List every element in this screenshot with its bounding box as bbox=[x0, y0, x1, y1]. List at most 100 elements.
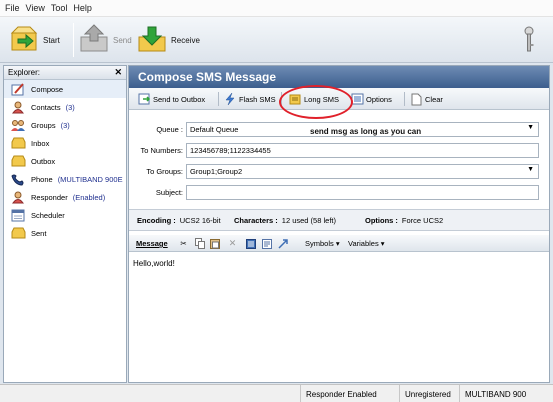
template-icon[interactable] bbox=[261, 238, 272, 249]
menu-tool[interactable]: Tool bbox=[51, 3, 68, 13]
to-groups-select[interactable]: Group1;Group2 ▼ bbox=[186, 164, 539, 179]
sidebar-item-label: Outbox bbox=[31, 156, 56, 166]
sent-icon bbox=[10, 226, 26, 240]
chevron-down-icon: ▼ bbox=[527, 166, 534, 173]
queue-value: Default Queue bbox=[190, 125, 239, 134]
message-info-bar: Encoding : UCS2 16-bit Characters :12 use… bbox=[129, 209, 549, 231]
cut-icon[interactable]: ✂ bbox=[178, 238, 189, 249]
inbox-icon bbox=[10, 136, 26, 150]
characters-label: Characters : bbox=[234, 216, 278, 225]
sidebar-item-responder[interactable]: Responder (Enabled) bbox=[4, 188, 126, 206]
menu-view[interactable]: View bbox=[26, 3, 45, 13]
sidebar-item-label: Contacts bbox=[31, 102, 61, 112]
message-label: Message bbox=[136, 239, 168, 248]
scheduler-icon bbox=[10, 208, 26, 222]
delete-icon[interactable]: ✕ bbox=[227, 238, 238, 249]
sidebar-item-scheduler[interactable]: Scheduler bbox=[4, 206, 126, 224]
send-to-outbox-button[interactable]: Send to Outbox bbox=[137, 92, 205, 106]
toolbar-separator bbox=[218, 92, 219, 106]
sidebar-item-label: Compose bbox=[31, 84, 64, 94]
menu-file[interactable]: File bbox=[5, 3, 20, 13]
subject-field[interactable] bbox=[186, 185, 539, 200]
clear-label: Clear bbox=[425, 94, 443, 104]
responder-icon bbox=[10, 190, 26, 204]
group-icon bbox=[10, 118, 26, 132]
menu-help[interactable]: Help bbox=[73, 3, 92, 13]
numbers-label: To Numbers: bbox=[140, 146, 183, 155]
groups-label: To Groups: bbox=[146, 167, 183, 176]
main-toolbar: Start Send Receive bbox=[0, 17, 553, 63]
receive-label: Receive bbox=[171, 35, 200, 45]
start-label: Start bbox=[43, 35, 60, 45]
outbox-icon bbox=[10, 154, 26, 168]
highlight-oval bbox=[279, 85, 353, 119]
responder-status: (Enabled) bbox=[72, 192, 106, 202]
responder-status-panel: Responder Enabled bbox=[300, 385, 377, 402]
symbols-dropdown[interactable]: Symbols ▾ bbox=[305, 239, 340, 248]
clear-button[interactable]: Clear bbox=[409, 92, 443, 106]
receive-icon bbox=[136, 23, 168, 57]
sidebar-item-groups[interactable]: Groups (3) bbox=[4, 116, 126, 134]
close-icon[interactable]: ✕ bbox=[114, 67, 122, 78]
receive-button[interactable]: Receive bbox=[136, 22, 200, 58]
registration-status-panel: Unregistered bbox=[399, 385, 451, 402]
encoding-value: UCS2 16-bit bbox=[179, 216, 221, 225]
message-toolbar: Message ✂ ✕ Symbols ▾ Variables ▾ bbox=[129, 235, 549, 252]
sidebar-item-sent[interactable]: Sent bbox=[4, 224, 126, 242]
symbols-label: Symbols bbox=[305, 239, 334, 248]
phone-icon bbox=[10, 172, 26, 186]
to-numbers-field[interactable]: 123456789;1122334455 bbox=[186, 143, 539, 158]
insert-icon[interactable] bbox=[245, 238, 256, 249]
options-info-value: Force UCS2 bbox=[401, 216, 444, 225]
options-label: Options bbox=[366, 94, 392, 104]
network-status-panel: MULTIBAND 900 bbox=[459, 385, 526, 402]
groups-row: To Groups: Group1;Group2 ▼ bbox=[129, 164, 549, 179]
characters-value: 12 used (58 left) bbox=[281, 216, 336, 225]
options-info: Options : Force UCS2 bbox=[365, 216, 443, 225]
options-info-label: Options : bbox=[365, 216, 398, 225]
variables-dropdown[interactable]: Variables ▾ bbox=[348, 239, 385, 248]
phone-model: (MULTIBAND 900E bbox=[57, 174, 123, 184]
options-button[interactable]: Options bbox=[350, 92, 392, 106]
sidebar-item-label: Scheduler bbox=[31, 210, 65, 220]
paste-icon[interactable] bbox=[209, 238, 220, 249]
status-bar: Responder Enabled Unregistered MULTIBAND… bbox=[0, 384, 553, 402]
annotation-text: send msg as long as you can bbox=[310, 127, 422, 136]
subject-label: Subject: bbox=[155, 188, 183, 197]
toolbar-separator bbox=[73, 23, 74, 57]
encoding-label: Encoding : bbox=[137, 216, 176, 225]
variables-label: Variables bbox=[348, 239, 379, 248]
sidebar-item-outbox[interactable]: Outbox bbox=[4, 152, 126, 170]
send-label: Send bbox=[113, 35, 132, 45]
sidebar-item-label: Groups bbox=[31, 120, 56, 130]
page-icon bbox=[409, 93, 423, 106]
link-icon[interactable] bbox=[278, 238, 289, 249]
sidebar-item-phone[interactable]: Phone (MULTIBAND 900E bbox=[4, 170, 126, 188]
send-button[interactable]: Send bbox=[78, 22, 132, 58]
key-icon[interactable] bbox=[523, 26, 535, 56]
to-numbers-value: 123456789;1122334455 bbox=[190, 146, 271, 155]
menu-bar: File View Tool Help bbox=[0, 0, 553, 17]
message-label-text: Message bbox=[136, 239, 168, 248]
flash-icon bbox=[223, 93, 237, 106]
message-textarea[interactable]: Hello,world! bbox=[133, 259, 175, 268]
contact-icon bbox=[10, 100, 26, 114]
sidebar-item-label: Responder bbox=[31, 192, 68, 202]
to-groups-value: Group1;Group2 bbox=[190, 167, 243, 176]
sidebar-item-compose[interactable]: Compose bbox=[4, 80, 126, 98]
explorer-header: Explorer: ✕ bbox=[4, 66, 126, 80]
flash-sms-label: Flash SMS bbox=[239, 94, 276, 104]
sidebar-item-label: Inbox bbox=[31, 138, 50, 148]
encoding-info: Encoding : UCS2 16-bit bbox=[137, 216, 221, 225]
sidebar-item-inbox[interactable]: Inbox bbox=[4, 134, 126, 152]
flash-sms-button[interactable]: Flash SMS bbox=[223, 92, 276, 106]
send-to-outbox-label: Send to Outbox bbox=[153, 94, 206, 104]
toolbar-separator bbox=[404, 92, 405, 106]
explorer-pane: Explorer: ✕ Compose Contacts (3) Groups … bbox=[3, 65, 127, 383]
compose-panel: Compose SMS Message Send to Outbox Flash… bbox=[128, 65, 550, 383]
sidebar-item-contacts[interactable]: Contacts (3) bbox=[4, 98, 126, 116]
start-button[interactable]: Start bbox=[8, 22, 60, 58]
groups-count: (3) bbox=[60, 120, 70, 130]
numbers-row: To Numbers: 123456789;1122334455 bbox=[129, 143, 549, 158]
copy-icon[interactable] bbox=[194, 238, 205, 249]
